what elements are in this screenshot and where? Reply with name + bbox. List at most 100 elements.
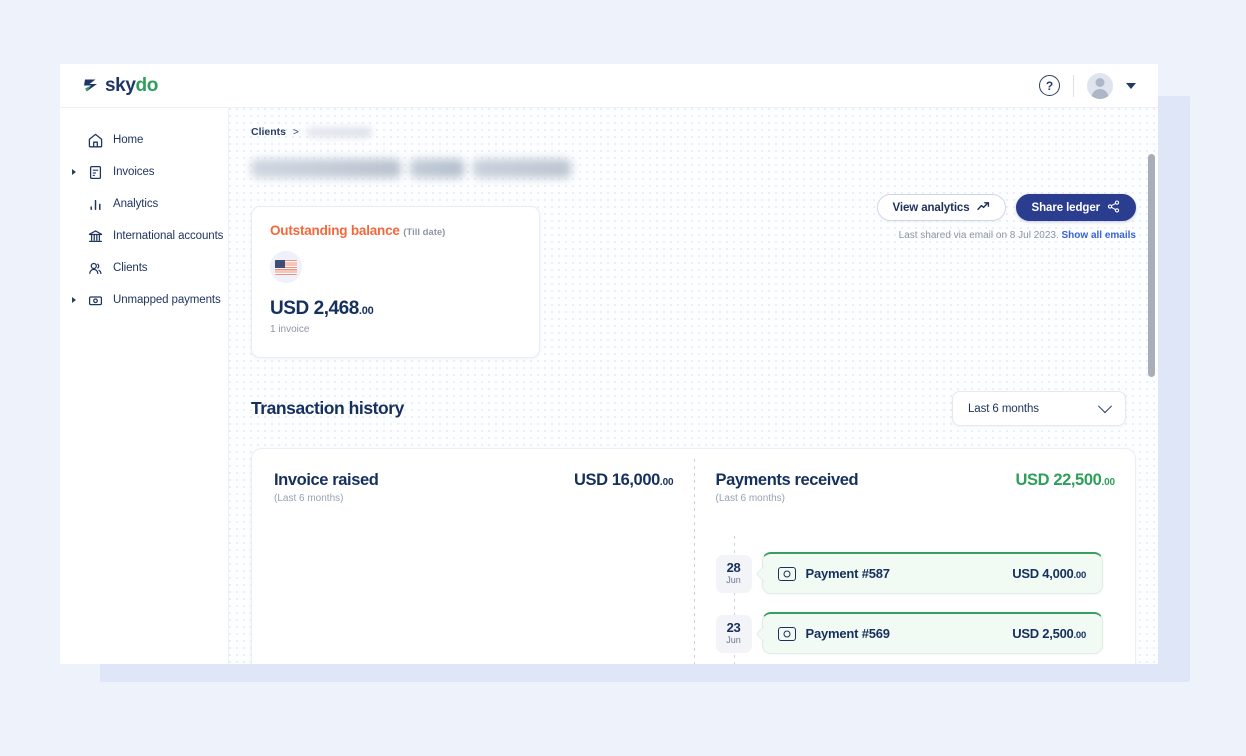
share-icon — [1107, 199, 1120, 216]
us-flag-icon — [275, 259, 297, 275]
scrollbar-thumb[interactable] — [1148, 154, 1155, 377]
payment-label: Payment #569 — [805, 626, 891, 641]
table-row[interactable]: 28 Jun Payment #587 USD 4,000.00 — [715, 552, 1103, 594]
balance-title-suffix: (Till date) — [403, 227, 446, 238]
top-bar: skydo ? — [60, 64, 1158, 108]
show-all-emails-link[interactable]: Show all emails — [1062, 230, 1136, 241]
avatar[interactable] — [1087, 72, 1113, 99]
payment-card-left: Payment #569 — [777, 626, 891, 641]
payment-amount-main: USD 4,000 — [1012, 566, 1074, 581]
date-badge: 23 Jun — [715, 615, 752, 653]
view-analytics-button[interactable]: View analytics — [876, 194, 1006, 221]
invoice-total-decimal: .00 — [659, 477, 674, 488]
sidebar-item-clients[interactable]: Clients — [60, 252, 228, 284]
last-shared-text: Last shared via email on 8 Jul 2023. — [898, 230, 1059, 241]
sidebar-item-home[interactable]: Home — [60, 124, 228, 156]
table-row[interactable]: 23 Jun Payment #569 USD 2,500.00 — [715, 612, 1103, 654]
app-window: skydo ? Home Invoices Analytics Internat… — [60, 64, 1158, 664]
breadcrumb-separator: > — [293, 126, 299, 138]
sidebar-item-label: Invoices — [113, 166, 155, 178]
sidebar: Home Invoices Analytics International ac… — [60, 108, 229, 664]
date-day: 23 — [726, 620, 741, 636]
invoice-raised-total: USD 16,000.00 — [574, 471, 674, 490]
page-title — [251, 153, 1136, 183]
analytics-icon — [86, 195, 104, 213]
payment-icon — [86, 291, 104, 309]
payment-amount: USD 4,000.00 — [1012, 566, 1086, 581]
scrollbar-track[interactable] — [1148, 154, 1155, 662]
payments-total-main: USD 22,500 — [1015, 471, 1102, 489]
sidebar-item-label: Unmapped payments — [113, 294, 221, 306]
payment-card[interactable]: Payment #587 USD 4,000.00 — [761, 552, 1103, 594]
share-ledger-label: Share ledger — [1031, 201, 1101, 214]
sidebar-item-label: Home — [113, 134, 144, 146]
sidebar-item-label: International accounts — [113, 230, 224, 242]
sidebar-item-analytics[interactable]: Analytics — [60, 188, 228, 220]
balance-amount-main: USD 2,468 — [270, 298, 359, 319]
brand-logo[interactable]: skydo — [82, 75, 158, 97]
balance-title-text: Outstanding balance — [270, 223, 400, 238]
payment-amount-main: USD 2,500 — [1012, 626, 1074, 641]
title-blur-segment — [251, 158, 401, 178]
payment-amount-decimal: .00 — [1073, 630, 1087, 641]
sidebar-item-unmapped-payments[interactable]: Unmapped payments — [60, 284, 228, 316]
payment-card-left: Payment #587 — [777, 566, 891, 581]
payment-card[interactable]: Payment #569 USD 2,500.00 — [761, 612, 1103, 654]
payments-received-title: Payments received — [715, 471, 859, 489]
payment-label: Payment #587 — [805, 566, 891, 581]
payments-received-total: USD 22,500.00 — [1016, 471, 1116, 490]
date-day: 28 — [726, 560, 741, 576]
sidebar-item-label: Clients — [113, 262, 148, 274]
invoice-raised-subtitle: (Last 6 months) — [274, 493, 344, 504]
currency-flag-wrap — [270, 251, 302, 283]
payments-received-title-group: Payments received (Last 6 months) — [716, 471, 859, 504]
sidebar-item-invoices[interactable]: Invoices — [60, 156, 228, 188]
payment-icon — [777, 566, 796, 581]
sidebar-item-label: Analytics — [113, 198, 159, 210]
invoice-raised-title: Invoice raised — [274, 471, 379, 489]
header-action-buttons: View analytics Share ledger — [876, 194, 1136, 221]
page-title-redacted — [251, 158, 571, 178]
main-content: Clients > View analytics Share ledger La… — [229, 108, 1158, 664]
breadcrumb-current-redacted — [305, 126, 372, 138]
topbar-actions: ? — [1039, 72, 1136, 99]
header-actions: View analytics Share ledger Last shared … — [876, 194, 1136, 241]
outstanding-balance-card[interactable]: Outstanding balance (Till date) USD 2,46… — [251, 206, 540, 358]
date-month: Jun — [726, 574, 741, 585]
share-ledger-button[interactable]: Share ledger — [1015, 194, 1136, 221]
help-icon[interactable]: ? — [1039, 75, 1060, 96]
period-filter-value: Last 6 months — [968, 402, 1039, 415]
payments-received-header: Payments received (Last 6 months) USD 22… — [706, 471, 1116, 504]
bank-icon — [86, 227, 104, 245]
invoice-raised-column: Invoice raised (Last 6 months) USD 16,00… — [252, 449, 694, 664]
invoice-icon — [86, 163, 104, 181]
expand-arrow-icon[interactable] — [70, 297, 77, 303]
view-analytics-label: View analytics — [892, 201, 970, 214]
transaction-panel: Invoice raised (Last 6 months) USD 16,00… — [251, 448, 1136, 664]
invoice-raised-header: Invoice raised (Last 6 months) USD 16,00… — [274, 471, 674, 504]
expand-arrow-icon[interactable] — [70, 169, 77, 175]
chevron-down-icon[interactable] — [1126, 82, 1136, 89]
transaction-history-title: Transaction history — [251, 398, 404, 418]
date-badge: 28 Jun — [715, 555, 752, 593]
payment-rows: 28 Jun Payment #587 USD 4,000.00 23 Jun … — [715, 536, 1103, 664]
topbar-divider — [1073, 74, 1074, 97]
sidebar-item-international-accounts[interactable]: International accounts — [60, 220, 228, 252]
skydo-logo-icon — [82, 76, 101, 95]
breadcrumb: Clients > — [251, 125, 1136, 139]
payment-amount-decimal: .00 — [1073, 570, 1087, 581]
payments-received-subtitle: (Last 6 months) — [715, 493, 785, 504]
balance-amount-decimal: .00 — [358, 305, 374, 317]
balance-amount: USD 2,468.00 — [270, 298, 521, 320]
payment-amount: USD 2,500.00 — [1012, 626, 1086, 641]
breadcrumb-root[interactable]: Clients — [251, 126, 286, 138]
home-icon — [86, 131, 104, 149]
flag-canton — [275, 259, 285, 268]
balance-card-title: Outstanding balance (Till date) — [270, 223, 521, 238]
period-filter-select[interactable]: Last 6 months — [952, 391, 1126, 426]
title-blur-segment — [473, 158, 571, 178]
transaction-history-header: Transaction history Last 6 months — [251, 391, 1136, 426]
chevron-down-icon — [1097, 398, 1113, 413]
app-body: Home Invoices Analytics International ac… — [60, 108, 1158, 664]
trend-arrow-icon — [976, 201, 990, 215]
